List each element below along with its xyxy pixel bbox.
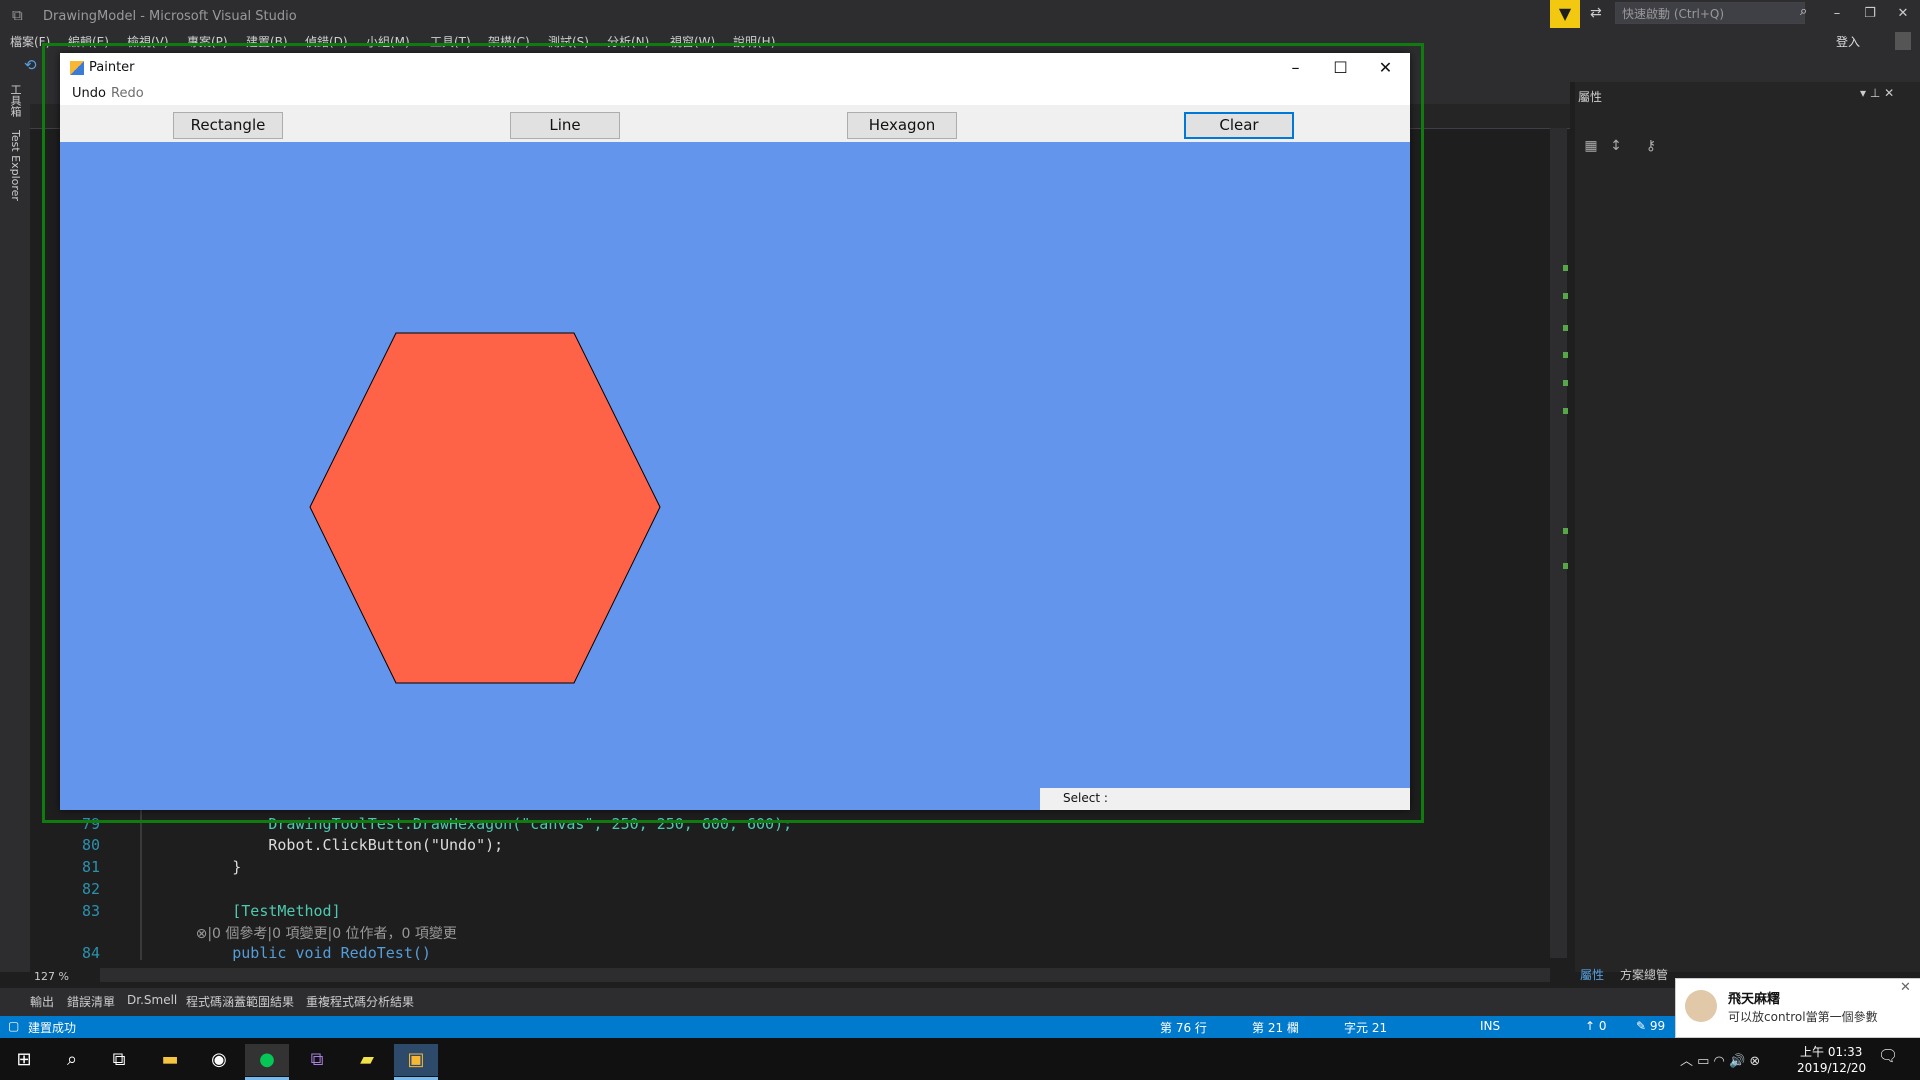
line-number: 80	[81, 836, 100, 854]
code-line-81[interactable]: 81 }	[30, 858, 241, 880]
visual-studio-icon: ⧉	[12, 6, 23, 24]
dr-smell-tab[interactable]: Dr.Smell	[127, 993, 177, 1007]
properties-toolbar: ▦ ↕ ⚷	[1580, 135, 1690, 157]
code-clone-tab[interactable]: 重複程式碼分析結果	[306, 993, 414, 1010]
code-line-84[interactable]: 84 public void RedoTest()	[30, 944, 431, 966]
painter-app-icon[interactable]: ▣	[394, 1044, 438, 1076]
line-number: 82	[81, 880, 100, 898]
code-line-83[interactable]: 83 [TestMethod]	[30, 902, 341, 924]
editor-scrollbar[interactable]	[1550, 128, 1567, 958]
code-line-80[interactable]: 80 Robot.ClickButton("Undo");	[30, 836, 503, 858]
code-coverage-tab[interactable]: 程式碼涵蓋範圍結果	[186, 993, 294, 1010]
code-text: [TestMethod]	[160, 902, 341, 920]
line-app-icon[interactable]: ●	[245, 1044, 289, 1076]
automation-highlight	[42, 43, 1424, 823]
notification-text: 可以放control當第一個參數	[1728, 1010, 1878, 1024]
property-pages-icon[interactable]: ⚷	[1640, 135, 1662, 157]
code-text: }	[160, 858, 242, 876]
properties-pane	[1575, 82, 1920, 972]
properties-tab[interactable]: 屬性	[1580, 966, 1604, 983]
sticky-notes-icon[interactable]: ▰	[345, 1044, 389, 1076]
status-publish[interactable]: ↑ 0	[1585, 1019, 1607, 1033]
chrome-icon[interactable]: ◉	[197, 1044, 241, 1076]
zoom-level-dropdown[interactable]: 127 %	[34, 970, 69, 983]
vs-restore-icon[interactable]: ❐	[1855, 2, 1885, 26]
file-explorer-icon[interactable]: ▬	[148, 1044, 192, 1076]
action-center-icon[interactable]: 🗨	[1878, 1046, 1898, 1065]
categorized-icon[interactable]: ▦	[1580, 135, 1602, 157]
sign-in-link[interactable]: 登入	[1836, 33, 1860, 50]
scroll-change-marker	[1563, 408, 1568, 414]
status-icon: ▢	[8, 1019, 20, 1033]
vs-minimize-icon[interactable]: –	[1822, 2, 1852, 26]
status-char: 字元 21	[1344, 1021, 1388, 1035]
output-tab[interactable]: 輸出	[30, 993, 54, 1010]
clock-date[interactable]: 2019/12/20	[1797, 1061, 1866, 1075]
clock-time[interactable]: 上午 01:33	[1800, 1043, 1862, 1060]
code-text: Robot.ClickButton("Undo");	[160, 836, 504, 854]
scroll-change-marker	[1563, 528, 1568, 534]
codelens-line[interactable]: ⊗|0 個參考|0 項變更|0 位作者，0 項變更	[30, 923, 457, 945]
status-column: 第 21 欄	[1252, 1021, 1299, 1035]
code-text: public void RedoTest()	[160, 944, 431, 962]
scroll-change-marker	[1563, 325, 1568, 331]
status-mode: INS	[1480, 1019, 1501, 1033]
notification-title: 飛天麻糬	[1728, 992, 1781, 1007]
status-edits[interactable]: ✎ 99	[1636, 1019, 1665, 1033]
test-explorer-tab[interactable]: Test Explorer	[9, 130, 22, 201]
scroll-change-marker	[1563, 265, 1568, 271]
line-number: 81	[81, 858, 100, 876]
scroll-change-marker	[1563, 563, 1568, 569]
account-icon[interactable]	[1895, 32, 1911, 50]
vs-window-title: DrawingModel - Microsoft Visual Studio	[43, 9, 297, 24]
vs-close-icon[interactable]: ✕	[1888, 2, 1918, 26]
navigate-back-icon[interactable]: ⟲	[24, 56, 37, 74]
alphabetical-icon[interactable]: ↕	[1605, 135, 1627, 157]
error-list-tab[interactable]: 錯誤清單	[67, 993, 115, 1010]
left-tool-tabs	[0, 82, 30, 972]
codelens-text: ⊗|0 個參考|0 項變更|0 位作者，0 項變更	[160, 926, 457, 942]
status-line: 第 76 行	[1160, 1021, 1207, 1035]
quick-launch-input[interactable]: 快速啟動 (Ctrl+Q)	[1615, 2, 1805, 24]
status-message: 建置成功	[28, 1021, 77, 1035]
close-icon[interactable]: ✕	[1900, 980, 1911, 995]
live-share-icon[interactable]: ⇄	[1590, 5, 1602, 21]
task-view-icon[interactable]: ⧉	[97, 1044, 141, 1076]
editor-horizontal-scrollbar[interactable]	[100, 968, 1550, 982]
visual-studio-icon[interactable]: ⧉	[295, 1044, 339, 1076]
scroll-change-marker	[1563, 293, 1568, 299]
feedback-filter-icon[interactable]: ▼	[1550, 0, 1580, 28]
search-icon[interactable]: ⌕	[50, 1044, 94, 1076]
properties-title: 屬性	[1578, 90, 1603, 104]
windows-start-icon[interactable]: ⊞	[2, 1044, 46, 1076]
status-bar: ▢ 建置成功 第 76 行 第 21 欄 字元 21 INS ↑ 0 ✎ 99	[0, 1016, 1920, 1038]
line-number: 84	[81, 944, 100, 962]
search-icon[interactable]: ⌕	[1800, 4, 1807, 19]
scroll-change-marker	[1563, 352, 1568, 358]
solution-explorer-tab[interactable]: 方案總管	[1620, 966, 1668, 983]
scroll-change-marker	[1563, 380, 1568, 386]
toolbox-tab[interactable]: 工具箱	[9, 84, 23, 117]
pin-icon[interactable]: ▾ ⊥ ✕	[1860, 86, 1894, 100]
system-tray-icons[interactable]: ︿ ▭ ◠ 🔊 ⊗	[1680, 1050, 1760, 1069]
code-line-82[interactable]: 82	[30, 880, 160, 902]
line-number: 83	[81, 902, 100, 920]
avatar	[1685, 990, 1717, 1022]
